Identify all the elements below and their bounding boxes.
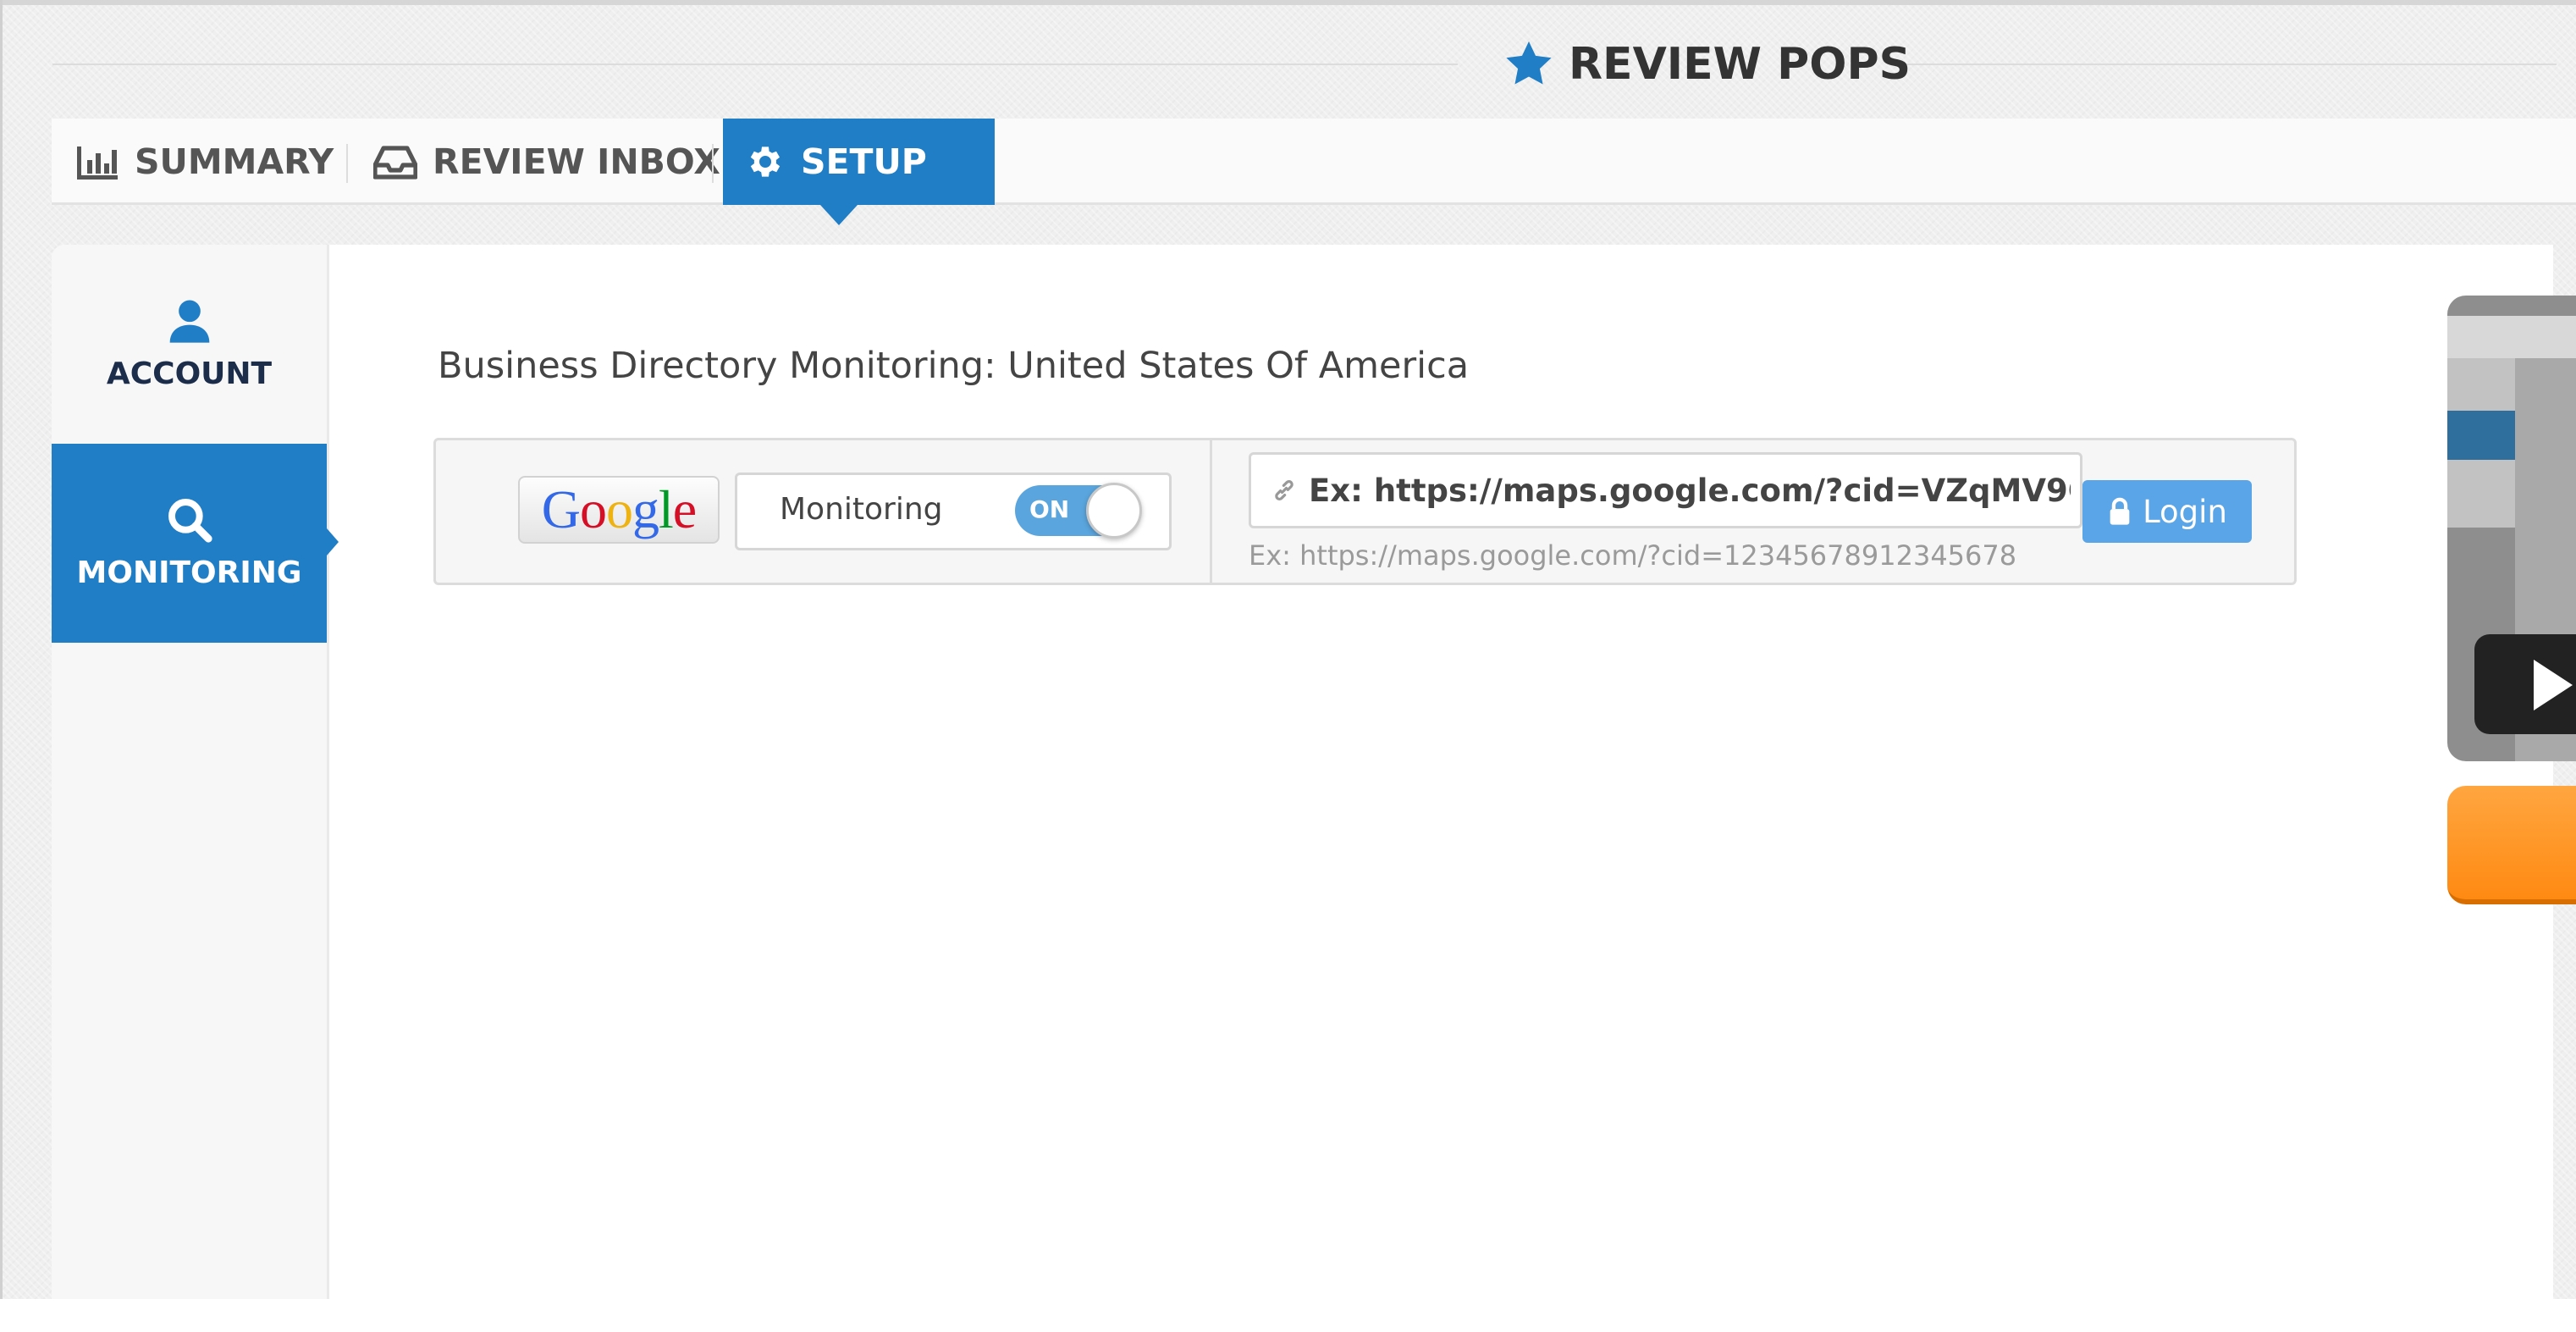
lock-icon — [2110, 497, 2130, 525]
section-title: Business Directory Monitoring: United St… — [438, 345, 1470, 387]
monitoring-control: Monitoring ON — [735, 473, 1172, 550]
video-preview-topbar — [2447, 316, 2576, 358]
bar-chart-icon — [77, 146, 118, 180]
content-panel: ACCOUNT MONITORING Business Directory Mo… — [52, 245, 2553, 1332]
google-logo-letter: l — [659, 479, 674, 539]
user-icon — [169, 300, 209, 343]
directory-url-field[interactable] — [1249, 452, 2082, 528]
directory-url-input[interactable] — [1309, 472, 2071, 509]
tab-summary-label: SUMMARY — [135, 141, 334, 182]
play-button[interactable] — [2474, 634, 2576, 734]
google-logo-letter: G — [541, 479, 581, 539]
app-title: REVIEW POPS — [1503, 30, 1911, 98]
sidebar-item-account[interactable]: ACCOUNT — [52, 245, 327, 444]
video-preview-active-item — [2447, 411, 2515, 460]
monitoring-label: Monitoring — [780, 492, 943, 527]
row-divider — [1210, 440, 1212, 583]
sidebar-item-monitoring[interactable]: MONITORING — [52, 444, 339, 643]
google-logo-letter: e — [672, 479, 697, 539]
login-button[interactable]: Login — [2082, 480, 2252, 543]
tab-setup[interactable]: SETUP — [723, 119, 995, 225]
google-logo: Google — [518, 476, 720, 544]
tab-review-inbox[interactable]: REVIEW INBOX — [373, 119, 720, 205]
login-button-label: Login — [2143, 493, 2227, 530]
tab-divider — [346, 144, 348, 183]
app-title-text: REVIEW POPS — [1569, 39, 1911, 90]
tab-bar: SUMMARY REVIEW INBOX SETUP — [52, 119, 2576, 225]
toggle-state-label: ON — [1029, 495, 1070, 523]
tab-review-inbox-label: REVIEW INBOX — [433, 141, 720, 182]
sidebar-item-label: MONITORING — [76, 555, 302, 590]
directory-row: Google Monitoring ON Ex: https://maps.go… — [433, 438, 2297, 585]
gear-icon — [750, 146, 781, 177]
tab-setup-label: SETUP — [801, 141, 927, 182]
cta-button[interactable] — [2447, 786, 2576, 904]
google-logo-letter: o — [580, 479, 607, 539]
inbox-icon — [373, 146, 417, 180]
toggle-knob — [1086, 483, 1142, 539]
header-rule-left — [52, 64, 1458, 65]
google-logo-letter: g — [632, 479, 659, 539]
tab-summary[interactable]: SUMMARY — [75, 119, 334, 205]
tab-divider — [712, 144, 714, 183]
header-rule-right — [1905, 64, 2557, 65]
star-icon — [1506, 41, 1552, 85]
top-border — [0, 0, 2576, 5]
sidebar: ACCOUNT MONITORING — [52, 245, 339, 1332]
link-icon — [1275, 479, 1294, 501]
left-border — [0, 0, 3, 1332]
video-thumbnail[interactable] — [2447, 296, 2576, 761]
monitoring-toggle[interactable]: ON — [1015, 483, 1142, 539]
google-logo-letter: o — [606, 479, 633, 539]
url-hint: Ex: https://maps.google.com/?cid=1234567… — [1249, 539, 2017, 572]
bottom-strip — [0, 1299, 2576, 1332]
search-icon — [168, 499, 212, 543]
sidebar-item-label: ACCOUNT — [106, 356, 273, 391]
